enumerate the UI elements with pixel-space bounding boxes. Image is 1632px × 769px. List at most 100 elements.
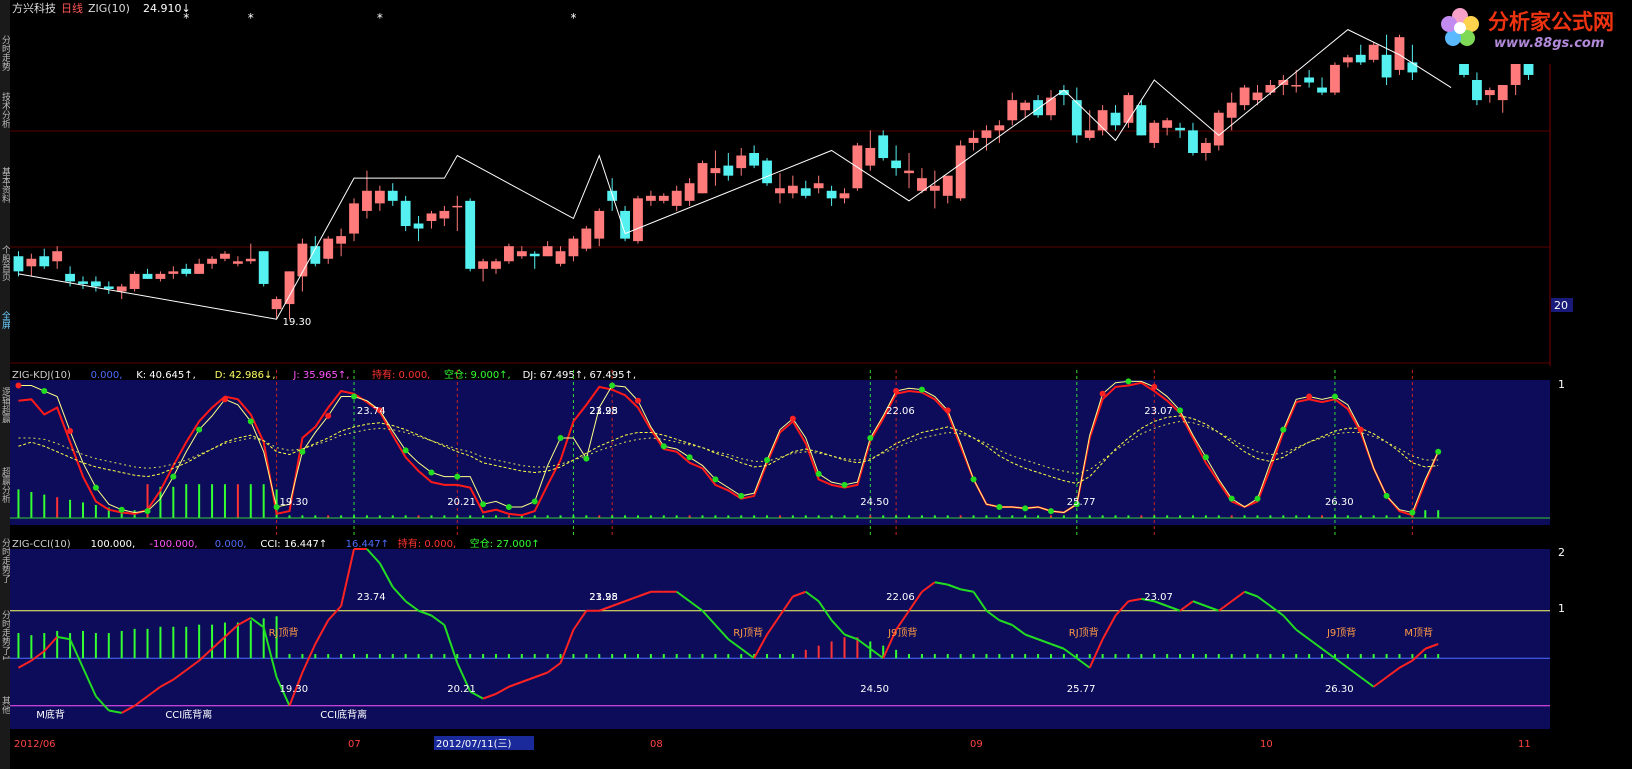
candle-body[interactable] xyxy=(387,190,398,201)
candle-body[interactable] xyxy=(478,261,489,269)
left-tab-9[interactable]: 其他 xyxy=(0,680,10,730)
candle-body[interactable] xyxy=(1239,87,1250,106)
candle-body[interactable] xyxy=(813,183,824,189)
candle-body[interactable] xyxy=(349,203,359,234)
candle-body[interactable] xyxy=(1317,87,1327,93)
candle-body[interactable] xyxy=(1355,54,1366,63)
candle-body[interactable] xyxy=(955,145,966,199)
candle-body[interactable] xyxy=(775,188,785,194)
candle-body[interactable] xyxy=(362,190,372,211)
candle-body[interactable] xyxy=(1407,62,1418,73)
candle-body[interactable] xyxy=(1175,127,1185,131)
candle-body[interactable] xyxy=(1368,44,1379,60)
candle-body[interactable] xyxy=(723,165,734,176)
candle-body[interactable] xyxy=(800,188,811,196)
candle-body[interactable] xyxy=(1304,77,1315,83)
candle-body[interactable] xyxy=(90,281,101,287)
candle-body[interactable] xyxy=(78,281,88,284)
candle-body[interactable] xyxy=(1265,85,1276,93)
candle-body[interactable] xyxy=(194,263,205,274)
candle-body[interactable] xyxy=(155,273,166,279)
candle-body[interactable] xyxy=(323,238,334,259)
candle-body[interactable] xyxy=(891,160,902,169)
candle-body[interactable] xyxy=(1084,130,1095,138)
candle-body[interactable] xyxy=(426,213,437,221)
left-tab-3[interactable]: 个股首页 xyxy=(0,230,10,295)
candle-body[interactable] xyxy=(504,246,514,262)
candle-body[interactable] xyxy=(103,286,114,289)
left-tab-5[interactable]: 逻辑超赢 xyxy=(0,375,10,435)
left-tab-4[interactable]: 全屏 xyxy=(0,305,10,335)
candle-body[interactable] xyxy=(1291,85,1302,87)
candle-body[interactable] xyxy=(207,258,217,264)
candle-body[interactable] xyxy=(1213,112,1224,146)
candle-body[interactable] xyxy=(400,200,411,227)
candle-body[interactable] xyxy=(1252,92,1263,101)
candle-body[interactable] xyxy=(878,135,889,159)
candle-body[interactable] xyxy=(904,170,914,174)
candle-body[interactable] xyxy=(1484,90,1495,96)
candle-body[interactable] xyxy=(542,246,553,257)
candle-body[interactable] xyxy=(697,163,708,194)
candle-body[interactable] xyxy=(1342,57,1353,63)
candle-body[interactable] xyxy=(271,299,282,310)
candle-body[interactable] xyxy=(633,198,643,242)
candle-body[interactable] xyxy=(529,253,540,257)
candle-body[interactable] xyxy=(1020,102,1031,111)
candle-body[interactable] xyxy=(684,183,695,201)
candle-body[interactable] xyxy=(116,286,127,292)
candle-body[interactable] xyxy=(439,210,450,219)
candle-body[interactable] xyxy=(1162,120,1173,128)
candle-body[interactable] xyxy=(1497,85,1508,101)
candle-body[interactable] xyxy=(465,200,476,269)
candle-body[interactable] xyxy=(413,223,424,229)
candle-body[interactable] xyxy=(671,190,682,206)
candle-body[interactable] xyxy=(1123,95,1134,123)
candle-body[interactable] xyxy=(1188,130,1198,154)
candle-body[interactable] xyxy=(555,251,566,264)
candle-body[interactable] xyxy=(181,268,192,274)
candle-body[interactable] xyxy=(13,256,24,272)
candle-body[interactable] xyxy=(1136,105,1147,136)
candle-body[interactable] xyxy=(581,228,592,249)
candle-body[interactable] xyxy=(516,251,527,257)
candle-body[interactable] xyxy=(1110,112,1121,126)
candle-body[interactable] xyxy=(232,261,243,264)
candle-body[interactable] xyxy=(658,195,669,201)
candle-body[interactable] xyxy=(994,125,1005,131)
candle-body[interactable] xyxy=(749,153,760,166)
candle-body[interactable] xyxy=(1007,100,1018,121)
candle-body[interactable] xyxy=(645,195,656,201)
candle-body[interactable] xyxy=(168,271,179,274)
candle-body[interactable] xyxy=(736,155,747,169)
candle-body[interactable] xyxy=(452,205,463,208)
candle-body[interactable] xyxy=(245,258,256,262)
candle-body[interactable] xyxy=(142,273,153,279)
candle-body[interactable] xyxy=(710,168,721,174)
candle-body[interactable] xyxy=(284,271,295,305)
candle-body[interactable] xyxy=(65,273,75,282)
left-tab-7[interactable]: 分时走势了 xyxy=(0,530,10,590)
left-tab-0[interactable]: 分时走势 xyxy=(0,30,10,75)
candle-body[interactable] xyxy=(258,251,269,284)
candle-body[interactable] xyxy=(336,236,347,244)
candle-body[interactable] xyxy=(865,147,876,166)
candle-body[interactable] xyxy=(1381,54,1392,78)
candle-body[interactable] xyxy=(1226,102,1237,118)
left-tab-8[interactable]: 分时走势了1 xyxy=(0,600,10,670)
candle-body[interactable] xyxy=(929,185,940,191)
candle-body[interactable] xyxy=(762,160,772,184)
candle-body[interactable] xyxy=(26,258,37,267)
candle-body[interactable] xyxy=(839,193,850,199)
candle-body[interactable] xyxy=(220,253,230,259)
candle-body[interactable] xyxy=(491,261,501,269)
candle-body[interactable] xyxy=(374,190,385,204)
candle-body[interactable] xyxy=(52,251,63,262)
candle-body[interactable] xyxy=(1033,100,1043,116)
candle-body[interactable] xyxy=(981,130,992,138)
candle-body[interactable] xyxy=(826,190,837,199)
candle-body[interactable] xyxy=(1149,122,1160,143)
candle-body[interactable] xyxy=(129,273,140,289)
candle-body[interactable] xyxy=(1472,79,1482,101)
candle-body[interactable] xyxy=(787,185,798,194)
